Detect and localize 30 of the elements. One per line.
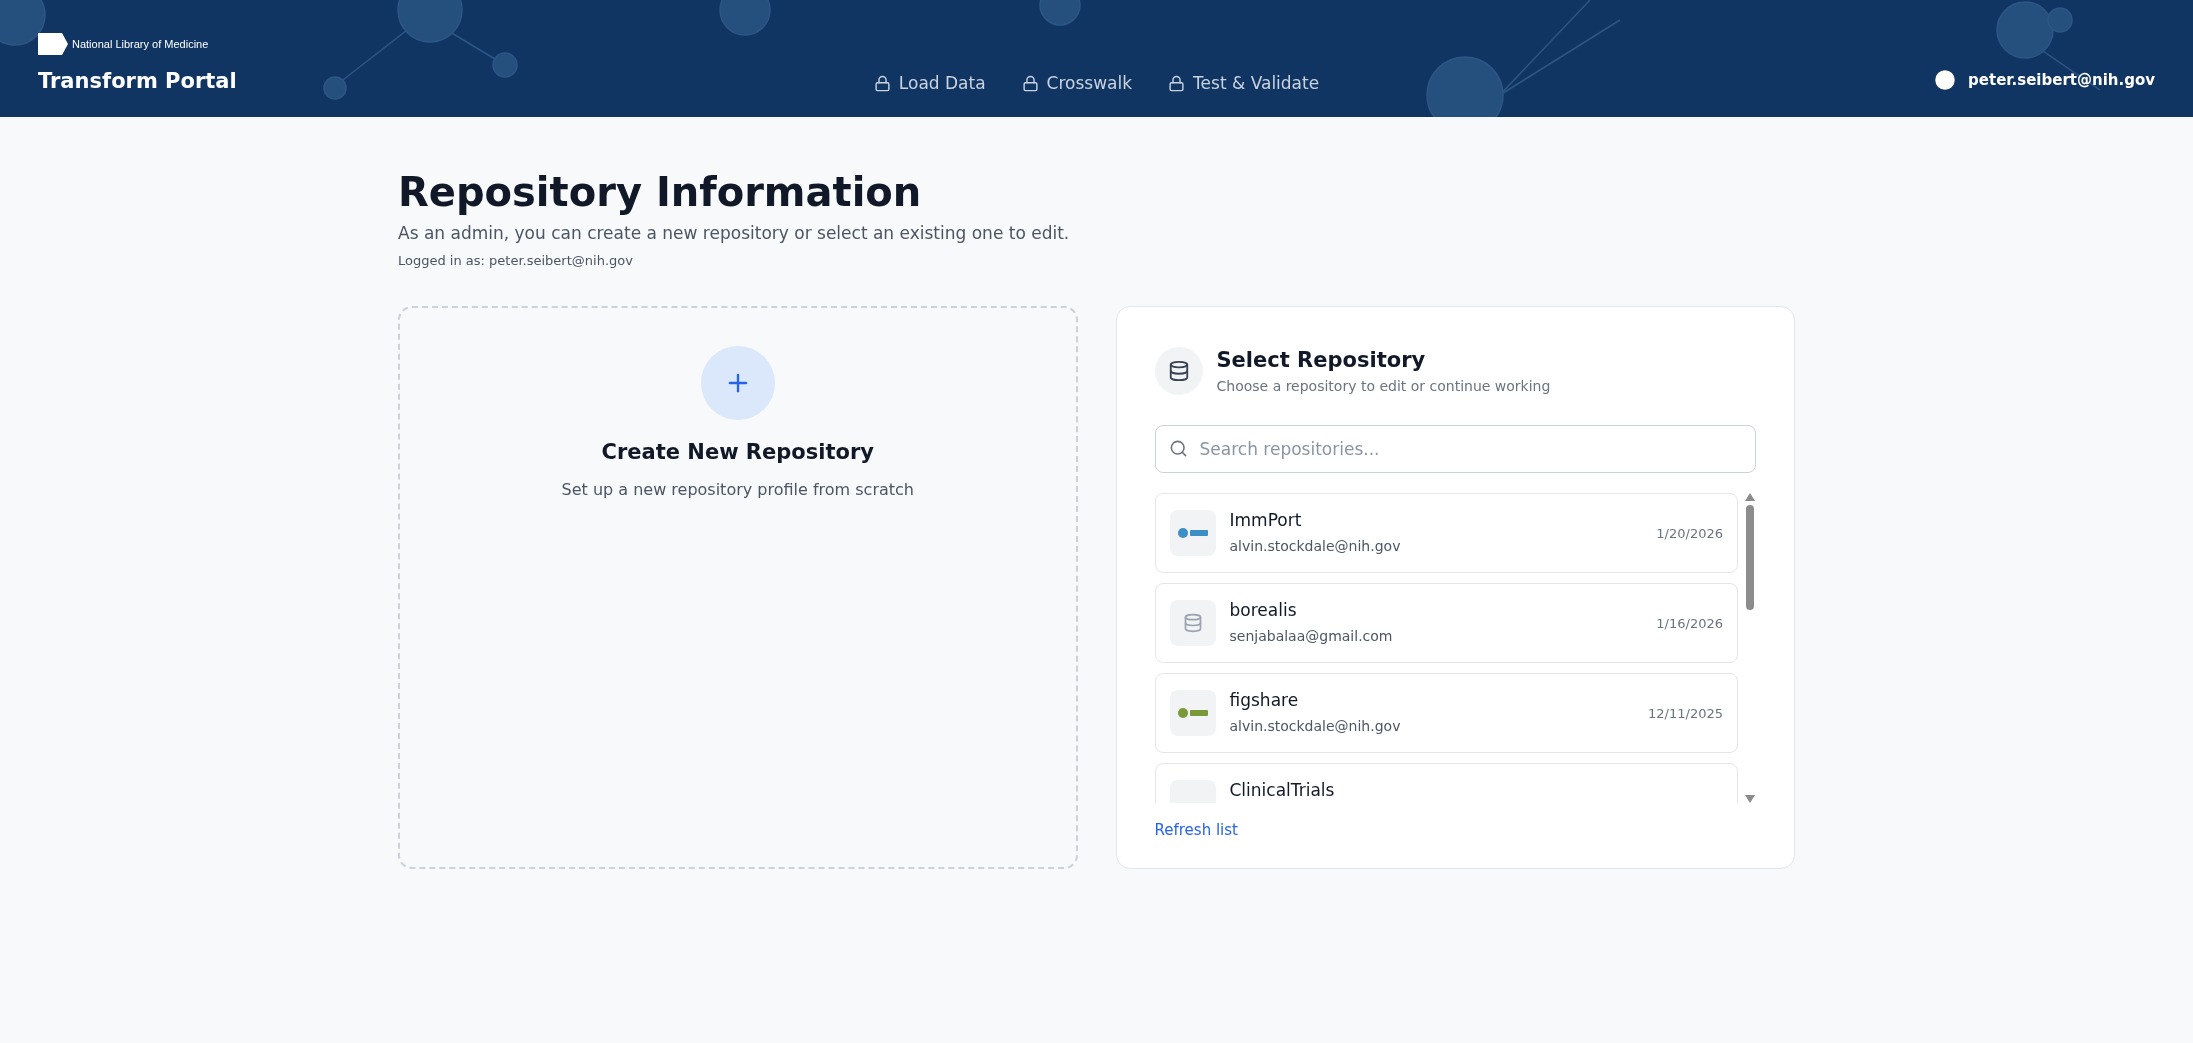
user-email: peter.seibert@nih.gov <box>1968 71 2155 89</box>
repository-date: 1/16/2026 <box>1656 615 1723 631</box>
refresh-link[interactable]: Refresh list <box>1154 821 1238 839</box>
nav-link[interactable]: Load Data <box>873 73 986 93</box>
page-title: Repository Information <box>398 169 923 215</box>
page-subtitle: As an admin, you can create a new repository or select an existing one to edit. <box>398 223 1071 243</box>
card-title: Create New Repository <box>601 440 874 464</box>
repository-item[interactable]: borealis senjabalaa@gmail.com 1/16/2026 <box>1154 583 1738 663</box>
repository-date: 12/11/2025 <box>1648 705 1723 721</box>
card-description: Choose a repository to edit or continue working <box>1216 378 1551 394</box>
repository-name: figshare <box>1229 690 1300 710</box>
repository-item[interactable]: ImmPort alvin.stockdale@nih.gov 1/20/2026 <box>1154 493 1738 573</box>
app-title: Transform Portal <box>38 69 238 93</box>
search-field[interactable]: Search repositories... <box>1154 425 1756 473</box>
organization-name: National Library of Medicine <box>72 38 209 50</box>
card-title: Select Repository <box>1216 348 1427 372</box>
logged-in-text: Logged in as: peter.seibert@nih.gov <box>398 253 634 268</box>
repository-name: borealis <box>1229 600 1298 620</box>
create-repository-card[interactable]: Create New Repository Set up a new repository profile from scratch <box>398 306 1078 869</box>
repository-item[interactable]: ClinicalTrials <box>1154 763 1738 803</box>
card-description: Set up a new repository profile from scratch <box>561 480 914 499</box>
repository-name: ImmPort <box>1229 510 1303 530</box>
repository-name: ClinicalTrials <box>1229 780 1336 800</box>
repository-owner: senjabalaa@gmail.com <box>1229 628 1394 644</box>
repository-date: 1/20/2026 <box>1656 525 1723 541</box>
nav-link[interactable]: Crosswalk <box>1021 73 1133 93</box>
nav-link[interactable]: Test & Validate <box>1168 73 1320 93</box>
repository-item[interactable]: figshare alvin.stockdale@nih.gov 12/11/2025 <box>1154 673 1738 753</box>
repository-owner: alvin.stockdale@nih.gov <box>1229 538 1402 554</box>
repository-owner: alvin.stockdale@nih.gov <box>1229 718 1402 734</box>
